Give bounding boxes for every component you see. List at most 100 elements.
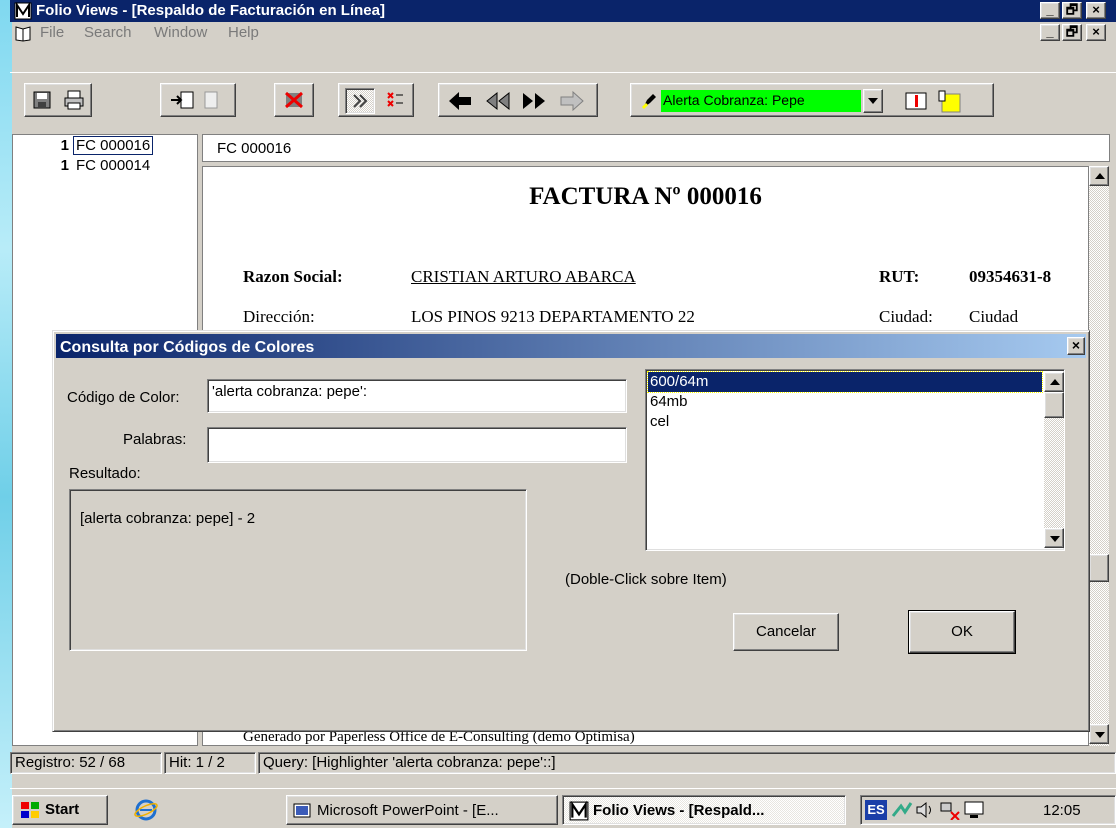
- sticky-note-icon[interactable]: [937, 90, 963, 114]
- list-item[interactable]: 1 FC 000014: [13, 157, 153, 174]
- menu-bar: File Search Window Help: [10, 22, 1116, 44]
- system-tray: ES 12:05: [860, 795, 1116, 825]
- document-header-field: FC 000016: [202, 134, 1110, 162]
- rut-value: 09354631-8: [969, 267, 1052, 286]
- powerpoint-icon: [293, 802, 311, 820]
- network-icon[interactable]: [891, 800, 913, 820]
- highlighter-select[interactable]: Alerta Cobranza: Pepe: [661, 90, 861, 112]
- internet-explorer-icon[interactable]: [134, 799, 158, 821]
- folio-app-icon: [569, 801, 589, 821]
- connection-icon[interactable]: [939, 800, 961, 820]
- dialog-title: Consulta por Códigos de Colores: [60, 339, 315, 356]
- resultado-label: Resultado:: [69, 465, 141, 482]
- hit-count: 1: [60, 137, 69, 154]
- direccion-value: LOS PINOS 9213 DEPARTAMENTO 22: [411, 307, 695, 326]
- list-hint: (Doble-Click sobre Item): [565, 571, 727, 588]
- clock[interactable]: 12:05: [1043, 802, 1081, 819]
- task-folio-views[interactable]: Folio Views - [Respald...: [562, 795, 846, 825]
- task-label: Microsoft PowerPoint - [E...: [317, 802, 499, 819]
- window-title: Folio Views - [Respaldo de Facturación e…: [36, 2, 385, 19]
- ciudad-value: Ciudad: [969, 307, 1019, 326]
- status-query: Query: [Highlighter 'alerta cobranza: pe…: [258, 752, 1116, 774]
- scroll-thumb[interactable]: [1089, 554, 1109, 582]
- record-id: FC 000014: [76, 157, 151, 174]
- delete-tool-group: [274, 83, 314, 117]
- palabras-input[interactable]: [207, 427, 627, 463]
- back-arrow-icon[interactable]: [447, 90, 473, 112]
- language-indicator[interactable]: ES: [865, 800, 887, 820]
- ok-label: OK: [951, 623, 973, 640]
- invoice-title: FACTURA Nº 000016: [529, 183, 762, 210]
- record-id: FC 000016: [73, 136, 154, 155]
- razon-social-value[interactable]: CRISTIAN ARTURO ABARCA: [411, 267, 636, 287]
- doc-minimize-button[interactable]: _: [1040, 24, 1060, 41]
- menu-file[interactable]: File: [40, 24, 64, 41]
- hit-count: 1: [60, 157, 69, 174]
- codigo-label: Código de Color:: [67, 389, 180, 406]
- clear-highlight-icon[interactable]: [283, 90, 305, 110]
- status-registro: Registro: 52 / 68: [10, 752, 162, 774]
- ok-button[interactable]: OK: [908, 610, 1016, 654]
- status-bar: Registro: 52 / 68 Hit: 1 / 2 Query: [Hig…: [10, 750, 1116, 776]
- cancel-label: Cancelar: [755, 623, 817, 640]
- task-label: Folio Views - [Respald...: [593, 802, 765, 819]
- save-icon[interactable]: [32, 90, 52, 110]
- dialog-title-bar[interactable]: Consulta por Códigos de Colores: [56, 334, 1086, 358]
- apply-highlight-icon[interactable]: [903, 90, 929, 112]
- start-label: Start: [45, 801, 80, 818]
- color-code-dialog: Consulta por Códigos de Colores × Código…: [52, 330, 1090, 732]
- hit-list-icon[interactable]: [385, 90, 405, 112]
- menu-window[interactable]: Window: [154, 24, 207, 41]
- folio-app-icon: [14, 2, 32, 20]
- next-hit-icon[interactable]: [519, 90, 549, 112]
- chevron-down-icon: [868, 98, 878, 104]
- next-section-icon[interactable]: [203, 90, 229, 110]
- task-powerpoint[interactable]: Microsoft PowerPoint - [E...: [286, 795, 558, 825]
- list-scroll-down-button[interactable]: [1044, 528, 1064, 548]
- previous-hit-icon[interactable]: [483, 90, 513, 112]
- document-scrollbar[interactable]: [1089, 166, 1109, 746]
- resultado-box: [alerta cobranza: pepe] - 2: [69, 489, 527, 651]
- highlighter-pen-icon: [639, 91, 659, 111]
- window-title-bar[interactable]: Folio Views - [Respaldo de Facturación e…: [10, 0, 1116, 22]
- volume-icon[interactable]: [915, 800, 937, 820]
- list-scroll-thumb[interactable]: [1044, 392, 1064, 418]
- list-item[interactable]: cel: [648, 412, 671, 431]
- scroll-up-button[interactable]: [1089, 166, 1109, 186]
- windows-logo-icon: [19, 801, 41, 819]
- arrow-up-icon: [1095, 173, 1105, 179]
- print-icon[interactable]: [63, 90, 85, 110]
- list-scrollbar[interactable]: [1044, 372, 1064, 548]
- color-code-list: 600/64m 64mb cel: [645, 369, 1065, 551]
- list-item[interactable]: 1 FC 000016: [13, 136, 154, 155]
- monitor-icon[interactable]: [963, 800, 985, 820]
- list-item[interactable]: 64mb: [648, 392, 690, 411]
- menu-help[interactable]: Help: [228, 24, 259, 41]
- dialog-close-button[interactable]: ×: [1067, 337, 1085, 355]
- restore-button[interactable]: 🗗: [1062, 2, 1082, 19]
- direccion-label: Dirección:: [243, 307, 315, 326]
- palabras-label: Palabras:: [123, 431, 187, 448]
- arrow-up-icon: [1050, 379, 1060, 385]
- scroll-down-button[interactable]: [1089, 724, 1109, 744]
- doc-restore-button[interactable]: 🗗: [1062, 24, 1082, 41]
- codigo-color-value: 'alerta cobranza: pepe':: [212, 383, 367, 400]
- start-button[interactable]: Start: [12, 795, 108, 825]
- prev-section-icon[interactable]: [169, 90, 195, 110]
- minimize-button[interactable]: _: [1040, 2, 1060, 19]
- query-icon: [350, 91, 370, 111]
- list-item-selected[interactable]: 600/64m: [647, 371, 1043, 393]
- toolbar: Alerta Cobranza: Pepe: [10, 72, 1116, 126]
- razon-social-label: Razon Social:: [243, 267, 343, 286]
- doc-close-button[interactable]: ×: [1086, 24, 1106, 41]
- cancel-button[interactable]: Cancelar: [733, 613, 839, 651]
- resultado-value: [alerta cobranza: pepe] - 2: [80, 510, 256, 527]
- list-scroll-up-button[interactable]: [1044, 372, 1064, 392]
- rut-label: RUT:: [879, 267, 920, 286]
- arrow-down-icon: [1050, 536, 1060, 542]
- highlighter-dropdown-button[interactable]: [863, 89, 883, 113]
- forward-arrow-icon[interactable]: [559, 90, 585, 112]
- menu-search[interactable]: Search: [84, 24, 132, 41]
- codigo-color-input[interactable]: 'alerta cobranza: pepe':: [207, 379, 627, 413]
- close-button[interactable]: ×: [1086, 2, 1106, 19]
